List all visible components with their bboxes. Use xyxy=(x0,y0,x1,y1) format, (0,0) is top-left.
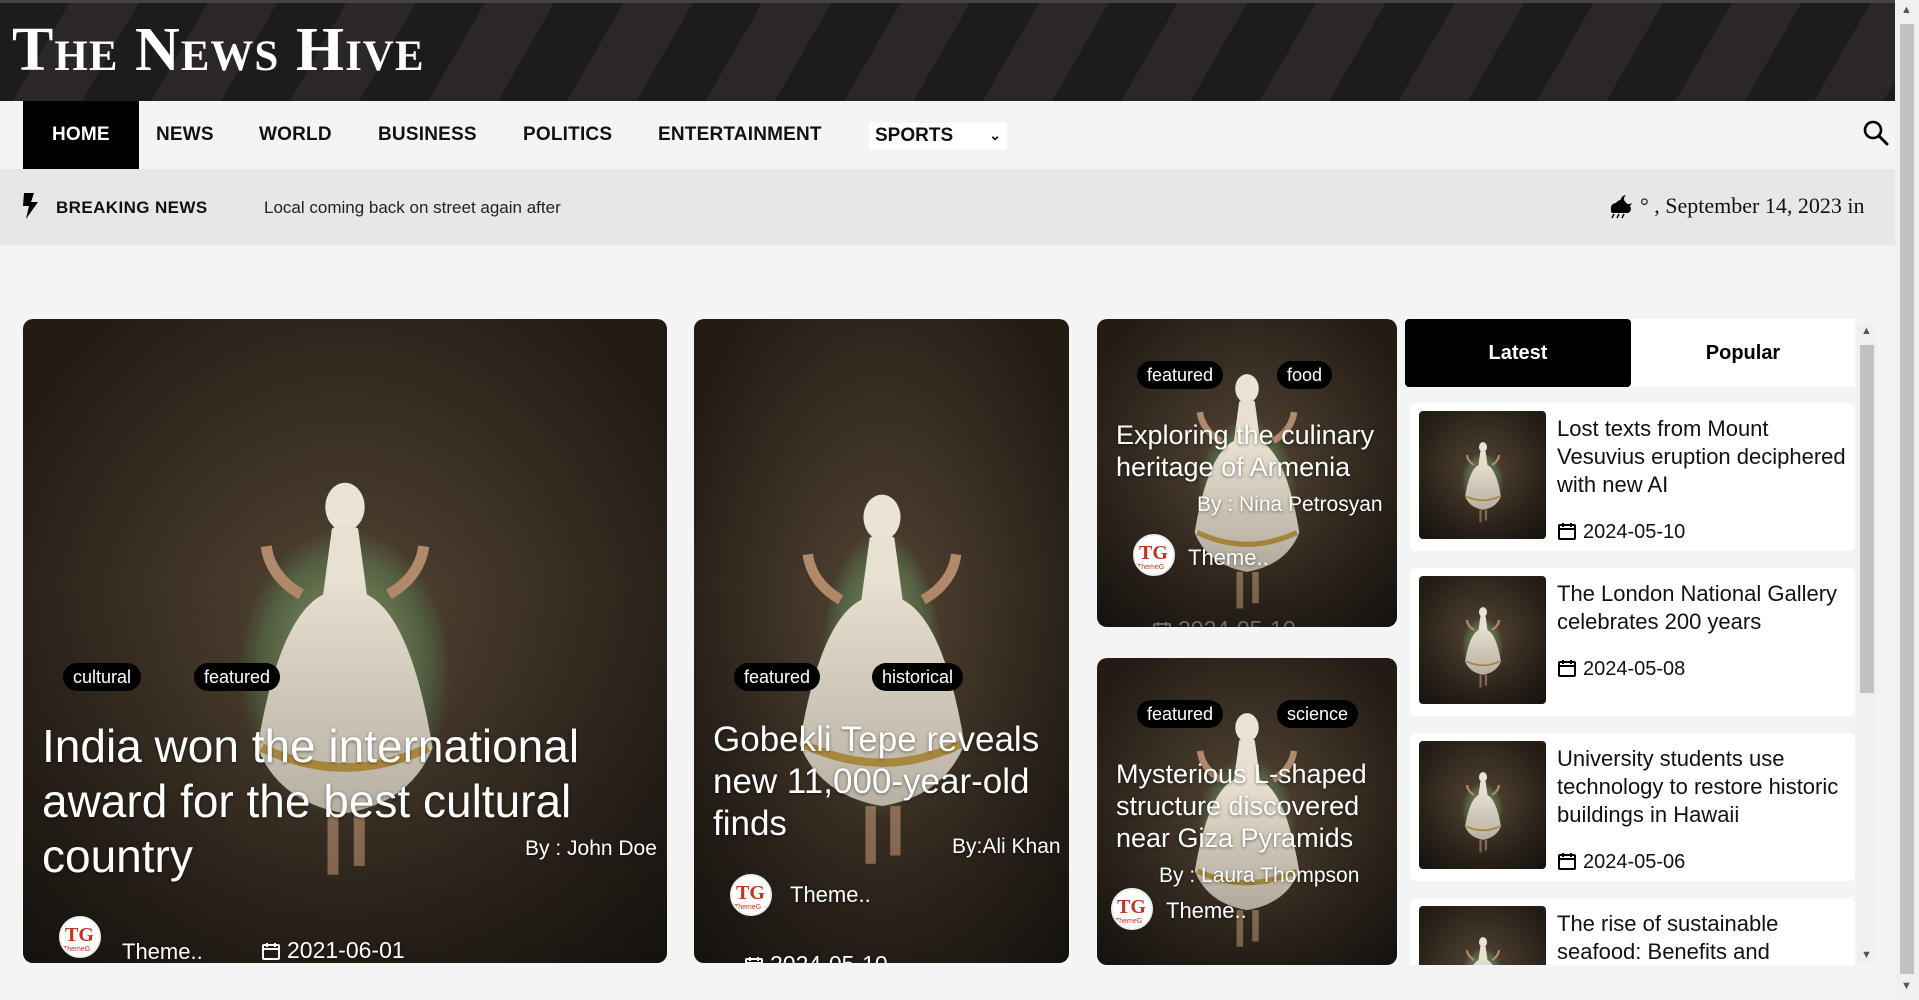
author-theme-name[interactable]: Theme.. xyxy=(790,882,871,908)
sidebar-tabs: Latest Popular xyxy=(1405,319,1855,387)
scrollbar-thumb[interactable] xyxy=(1900,24,1914,974)
list-item-date: 2024-05-08 xyxy=(1557,658,1685,681)
list-item-title[interactable]: The London National Gallery celebrates 2… xyxy=(1557,580,1855,636)
nav-politics[interactable]: POLITICS xyxy=(523,101,612,169)
card-author: By : John Doe xyxy=(525,837,657,860)
avatar: TG ThemeG xyxy=(1111,888,1153,930)
scroll-up-icon[interactable]: ▲ xyxy=(1861,325,1872,337)
site-logo[interactable]: The News Hive xyxy=(12,11,425,89)
featured-card-1[interactable]: cultural featured India won the internat… xyxy=(23,319,667,963)
tag-featured[interactable]: featured xyxy=(1137,361,1224,389)
list-item-title[interactable]: The rise of sustainable seafood: Benefit… xyxy=(1557,910,1855,965)
main-nav: HOME NEWS WORLD BUSINESS POLITICS ENTERT… xyxy=(0,101,1895,169)
scroll-up-icon[interactable]: ▲ xyxy=(1901,4,1912,16)
breaking-news-bar: BREAKING NEWS Local coming back on stree… xyxy=(0,169,1895,245)
weather-icon xyxy=(1610,195,1632,219)
list-item-date: 2024-05-10 xyxy=(1557,521,1685,544)
calendar-icon xyxy=(1557,521,1577,541)
thumbnail-image xyxy=(1419,576,1546,704)
calendar-icon xyxy=(261,941,281,961)
sidebar-scrollbar[interactable]: ▲ ▼ xyxy=(1857,323,1877,965)
tag-featured[interactable]: featured xyxy=(194,663,281,691)
featured-card-2[interactable]: featured historical Gobekli Tepe reveals… xyxy=(694,319,1069,963)
list-item-date: 2024-05-06 xyxy=(1557,851,1685,874)
search-icon[interactable] xyxy=(1862,119,1890,147)
tag-cultural[interactable]: cultural xyxy=(63,663,142,691)
thumbnail-image xyxy=(1419,906,1546,965)
featured-card-4[interactable]: featured science Mysterious L-shaped str… xyxy=(1097,658,1397,965)
featured-card-3[interactable]: featured food Exploring the culinary her… xyxy=(1097,319,1397,627)
thumbnail-image xyxy=(1419,741,1546,869)
tab-popular[interactable]: Popular xyxy=(1631,319,1855,387)
avatar: TG ThemeG xyxy=(730,874,772,916)
avatar: TG ThemeG xyxy=(1133,534,1175,576)
list-item-title[interactable]: Lost texts from Mount Vesuvius eruption … xyxy=(1557,415,1855,499)
scroll-down-icon[interactable]: ▼ xyxy=(1901,980,1912,992)
card-author: By : Laura Thompson xyxy=(1159,864,1360,887)
card-title[interactable]: Mysterious L-shaped structure discovered… xyxy=(1116,758,1396,854)
thumbnail-image xyxy=(1419,411,1546,539)
avatar: TG ThemeG xyxy=(59,916,101,958)
author-theme-name[interactable]: Theme.. xyxy=(1166,898,1247,924)
list-item-title[interactable]: University students use technology to re… xyxy=(1557,745,1855,829)
tag-science[interactable]: science xyxy=(1277,700,1359,728)
card-title[interactable]: Gobekli Tepe reveals new 11,000-year-old… xyxy=(713,719,1053,845)
nav-sports-dropdown[interactable]: SPORTS ⌄ xyxy=(869,123,1007,149)
author-theme-name[interactable]: Theme.. xyxy=(1188,545,1269,571)
calendar-icon xyxy=(1557,658,1577,678)
list-item[interactable]: University students use technology to re… xyxy=(1410,733,1855,881)
card-date: 2024-05-10 xyxy=(1152,616,1296,627)
chevron-down-icon: ⌄ xyxy=(989,127,1001,143)
card-date: 2021-06-01 xyxy=(261,937,405,963)
calendar-icon xyxy=(744,955,764,963)
nav-world[interactable]: WORLD xyxy=(259,101,332,169)
tag-food[interactable]: food xyxy=(1277,361,1333,389)
author-theme-name[interactable]: Theme.. xyxy=(122,939,203,963)
card-date: 2024-05-10 xyxy=(744,951,888,963)
tag-featured[interactable]: featured xyxy=(1137,700,1224,728)
nav-entertainment[interactable]: ENTERTAINMENT xyxy=(658,101,822,169)
weather-date: ° , September 14, 2023 in xyxy=(1640,193,1865,218)
nav-news[interactable]: NEWS xyxy=(156,101,214,169)
nav-home[interactable]: HOME xyxy=(23,101,139,169)
masthead: The News Hive xyxy=(0,0,1895,101)
calendar-icon xyxy=(1557,851,1577,871)
list-item[interactable]: The London National Gallery celebrates 2… xyxy=(1410,568,1855,716)
bolt-icon xyxy=(23,193,38,219)
list-item[interactable]: The rise of sustainable seafood: Benefit… xyxy=(1410,898,1855,965)
nav-sports-label: SPORTS xyxy=(875,125,954,146)
list-item[interactable]: Lost texts from Mount Vesuvius eruption … xyxy=(1410,403,1855,551)
tag-featured[interactable]: featured xyxy=(734,663,821,691)
tag-historical[interactable]: historical xyxy=(872,663,964,691)
latest-news-list: Lost texts from Mount Vesuvius eruption … xyxy=(1405,387,1855,965)
card-author: By:Ali Khan xyxy=(952,835,1061,858)
scrollbar-thumb[interactable] xyxy=(1860,345,1874,693)
nav-business[interactable]: BUSINESS xyxy=(378,101,477,169)
calendar-icon xyxy=(1152,620,1172,627)
tab-latest[interactable]: Latest xyxy=(1405,319,1631,387)
scroll-down-icon[interactable]: ▼ xyxy=(1861,949,1872,961)
card-author: By : Nina Petrosyan xyxy=(1197,493,1383,516)
page-scrollbar[interactable]: ▲ ▼ xyxy=(1895,0,1919,1000)
breaking-news-ticker[interactable]: Local coming back on street again after xyxy=(264,198,561,218)
card-title[interactable]: Exploring the culinary heritage of Armen… xyxy=(1116,419,1396,483)
breaking-news-label: BREAKING NEWS xyxy=(56,198,208,217)
